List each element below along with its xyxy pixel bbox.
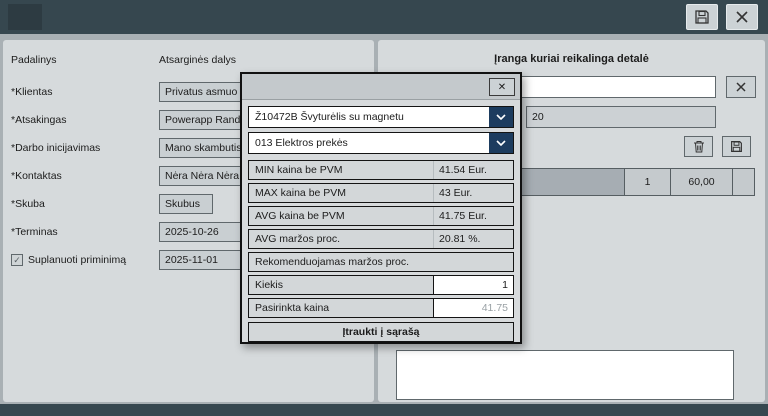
menu-button[interactable]	[8, 4, 42, 30]
title-bar	[0, 0, 768, 34]
save-icon	[731, 141, 742, 152]
quantity-row: Kiekis 1	[248, 275, 514, 295]
close-icon	[736, 11, 748, 23]
stat-value: 20.81 %.	[433, 230, 513, 248]
quantity-label: Kiekis	[255, 279, 284, 291]
close-icon	[736, 82, 746, 92]
stat-label: Rekomenduojamas maržos proc.	[255, 256, 410, 268]
category-select[interactable]: 013 Elektros prekės	[248, 132, 514, 154]
trash-icon	[693, 141, 704, 153]
stat-row-recommended-margin: Rekomenduojamas maržos proc.	[248, 252, 514, 272]
atsargines-dalys-label: Atsarginės dalys	[159, 54, 237, 66]
chevron-down-icon[interactable]	[489, 107, 513, 127]
quantity-field[interactable]: 20	[526, 106, 716, 128]
equipment-panel-title: Įranga kuriai reikalinga detalė	[494, 53, 649, 65]
stat-row-min-price: MIN kaina be PVM 41.54 Eur.	[248, 160, 514, 180]
chevron-down-icon[interactable]	[489, 133, 513, 153]
skuba-field[interactable]: Skubus	[159, 194, 213, 214]
selected-price-row: Pasirinkta kaina 41.75	[248, 298, 514, 318]
stat-label: MAX kaina be PVM	[255, 187, 347, 199]
field-label: *Terminas	[11, 226, 58, 238]
field-label: Suplanuoti priminimą	[28, 254, 127, 266]
stat-label: AVG kaina be PVM	[255, 210, 345, 222]
field-label: *Darbo inicijavimas	[11, 142, 101, 154]
stat-label: AVG maržos proc.	[255, 233, 340, 245]
stat-row-avg-margin: AVG maržos proc. 20.81 %.	[248, 229, 514, 249]
stat-row-max-price: MAX kaina be PVM 43 Eur.	[248, 183, 514, 203]
stat-row-avg-price: AVG kaina be PVM 41.75 Eur.	[248, 206, 514, 226]
window-controls	[686, 4, 758, 30]
clear-equipment-button[interactable]	[726, 76, 756, 98]
save-icon	[695, 10, 709, 24]
save-part-button[interactable]	[722, 136, 751, 157]
selected-price-label: Pasirinkta kaina	[255, 302, 330, 314]
stat-label: MIN kaina be PVM	[255, 164, 343, 176]
dialog-close-button[interactable]: ✕	[489, 78, 515, 96]
notes-textarea[interactable]	[396, 350, 734, 400]
stat-value: 41.54 Eur.	[433, 161, 513, 179]
part-price-cell: 60,00	[670, 169, 732, 195]
save-button[interactable]	[686, 4, 718, 30]
part-qty-cell: 1	[624, 169, 670, 195]
field-label: *Atsakingas	[11, 114, 67, 126]
stat-value: 43 Eur.	[433, 184, 513, 202]
check-icon: ✓	[13, 254, 21, 265]
status-bar	[0, 404, 768, 416]
part-extra-cell	[732, 169, 754, 195]
quantity-input[interactable]: 1	[433, 276, 513, 294]
terminas-field[interactable]: 2025-10-26	[159, 222, 241, 242]
part-select[interactable]: Ž10472B Švyturėlis su magnetu	[248, 106, 514, 128]
field-label: *Skuba	[11, 198, 45, 210]
padalinys-label: Padalinys	[11, 54, 57, 66]
column-headers: Padalinys Atsarginės dalys	[3, 40, 374, 66]
klientas-field[interactable]: Privatus asmuo	[159, 82, 241, 102]
add-to-list-button[interactable]: Įtraukti į sąrašą	[248, 322, 514, 342]
field-label-with-checkbox: ✓ Suplanuoti priminimą	[11, 254, 159, 266]
selected-price-input[interactable]: 41.75	[433, 299, 513, 317]
part-selection-dialog: ✕ Ž10472B Švyturėlis su magnetu 013 Elek…	[240, 72, 522, 344]
stat-value: 41.75 Eur.	[433, 207, 513, 225]
part-select-value: Ž10472B Švyturėlis su magnetu	[255, 111, 404, 123]
field-label: *Kontaktas	[11, 170, 62, 182]
close-window-button[interactable]	[726, 4, 758, 30]
dialog-titlebar: ✕	[242, 74, 520, 100]
reminder-date-field[interactable]: 2025-11-01	[159, 250, 241, 270]
delete-part-button[interactable]	[684, 136, 713, 157]
field-label: *Klientas	[11, 86, 53, 98]
reminder-checkbox[interactable]: ✓	[11, 254, 23, 266]
close-icon: ✕	[497, 81, 507, 93]
category-select-value: 013 Elektros prekės	[255, 137, 348, 149]
